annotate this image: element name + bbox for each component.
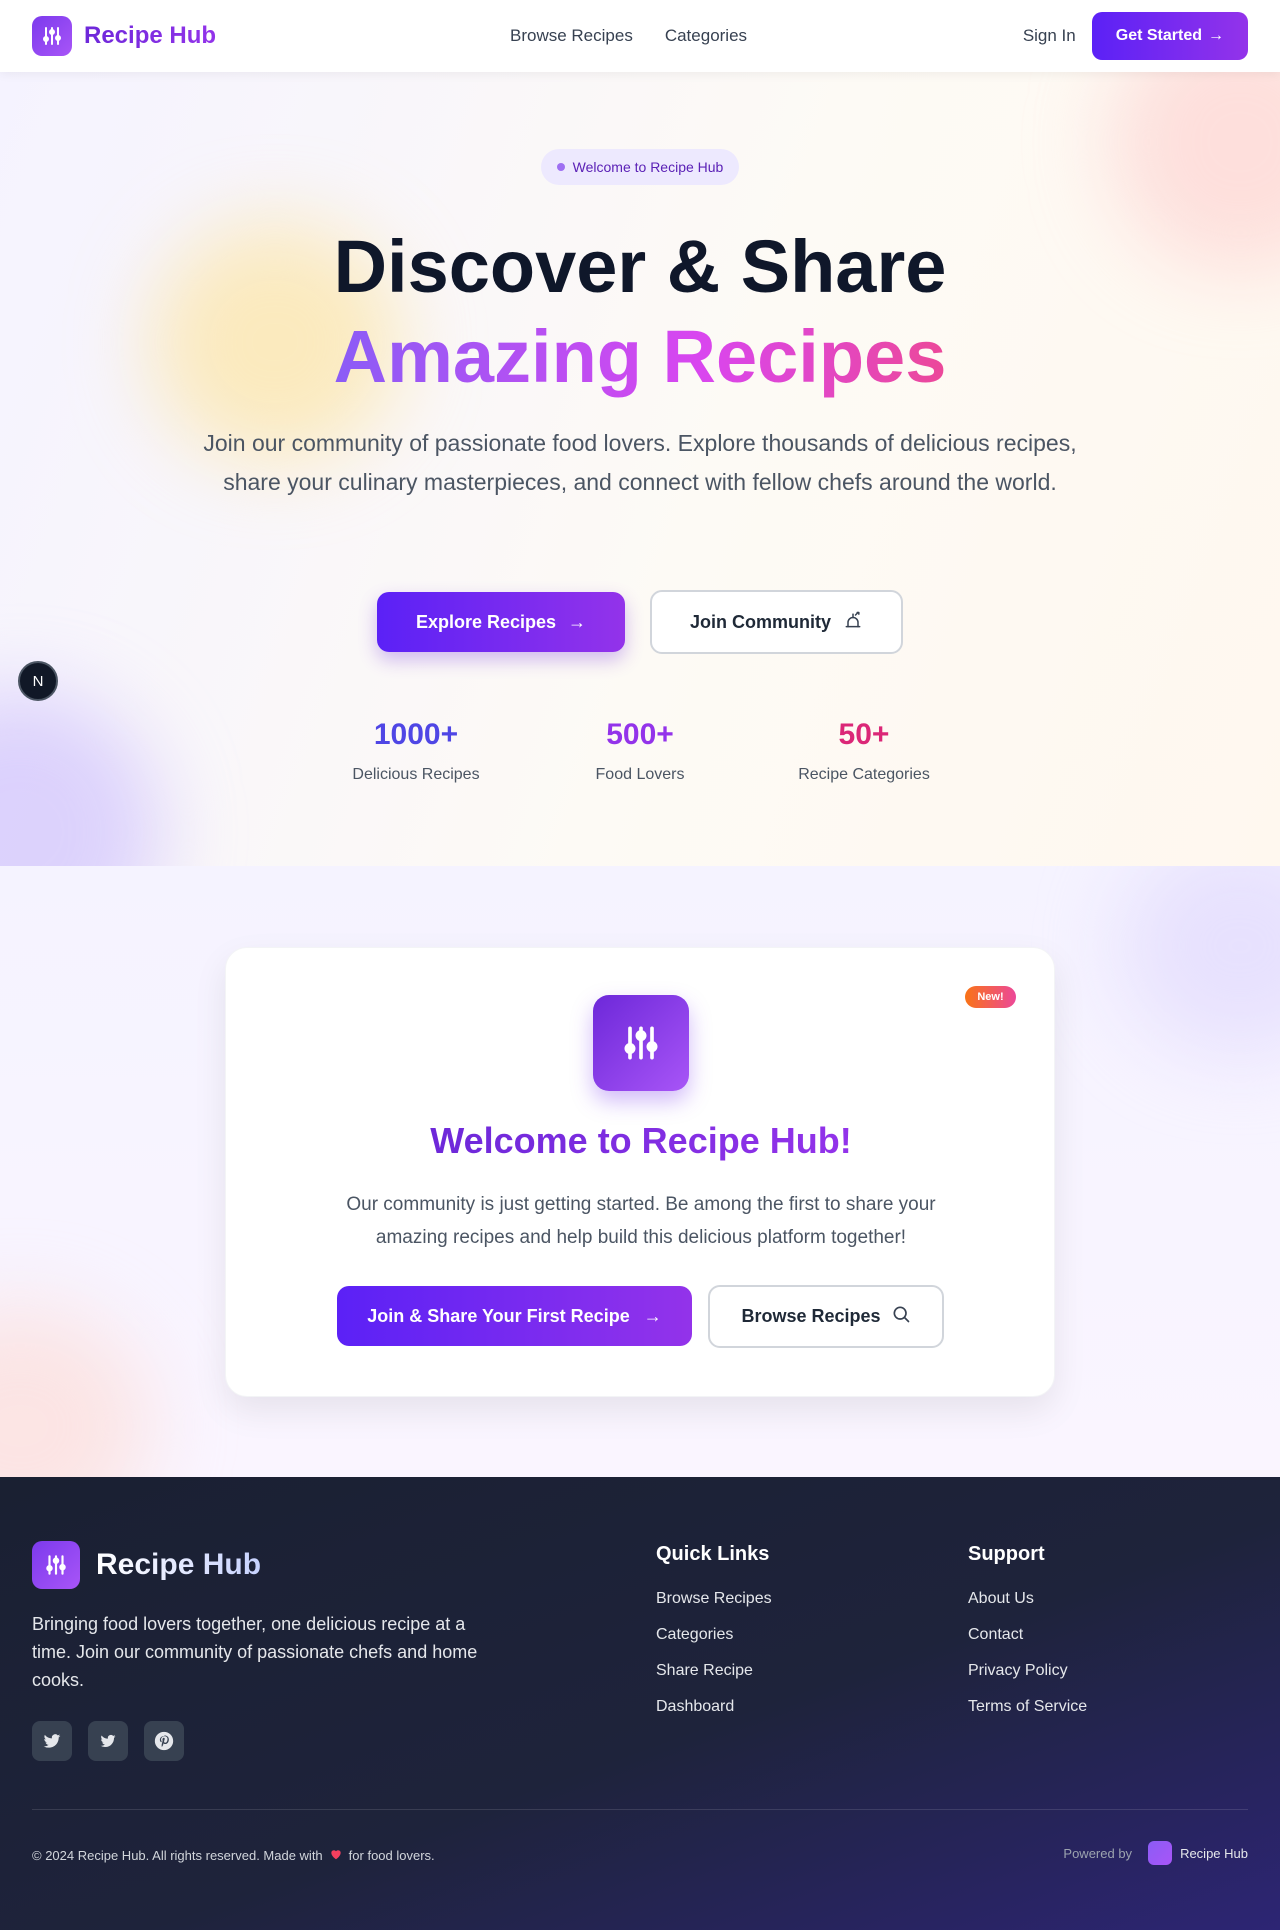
welcome-section: New! Welcome to Recipe Hub! Our communit… — [0, 866, 1280, 1477]
footer-brand-name: Recipe Hub — [96, 1548, 262, 1581]
decorative-blob — [1120, 866, 1280, 1056]
quick-links-column: Quick Links Browse Recipes Categories Sh… — [656, 1543, 772, 1734]
support-column: Support About Us Contact Privacy Policy … — [968, 1543, 1087, 1734]
welcome-badge-label: Welcome to Recipe Hub — [572, 159, 724, 175]
utensils-icon — [593, 995, 689, 1091]
arrow-right-icon: → — [643, 1305, 662, 1326]
hero-description: Join our community of passionate food lo… — [203, 430, 1077, 495]
join-community-button[interactable]: Join Community — [650, 590, 903, 654]
welcome-card: New! Welcome to Recipe Hub! Our communit… — [225, 947, 1055, 1397]
stat-categories: 50+ Recipe Categories — [754, 718, 974, 784]
footer-divider — [32, 1809, 1248, 1810]
pinterest-icon[interactable] — [144, 1721, 184, 1761]
dot-icon — [556, 163, 565, 171]
browse-recipes-label: Browse Recipes — [741, 1306, 881, 1326]
nav-link-browse-recipes[interactable]: Browse Recipes — [510, 26, 633, 46]
hero-title-line1: Discover & Share — [333, 225, 947, 308]
social-links — [32, 1721, 184, 1761]
decorative-blob — [0, 692, 160, 866]
browse-recipes-button[interactable]: Browse Recipes — [708, 1285, 944, 1348]
hero-section: Welcome to Recipe Hub Discover & Share A… — [0, 72, 1280, 866]
powered-by-label: Powered by — [1063, 1845, 1133, 1861]
join-share-recipe-label: Join & Share Your First Recipe — [367, 1305, 630, 1326]
copyright-text-start: © 2024 Recipe Hub. All rights reserved. … — [32, 1848, 323, 1863]
footer-link-categories[interactable]: Categories — [656, 1626, 772, 1644]
nav-link-categories[interactable]: Categories — [665, 26, 747, 46]
stat-recipes: 1000+ Delicious Recipes — [306, 718, 526, 784]
brand-logo-icon[interactable] — [32, 16, 72, 56]
powered-by: Powered by Recipe Hub — [1063, 1841, 1248, 1865]
brand-name[interactable]: Recipe Hub — [84, 22, 216, 50]
stat-label: Delicious Recipes — [352, 766, 480, 783]
hero-title-gradient: Amazing Recipes — [333, 315, 947, 398]
quick-links-title: Quick Links — [656, 1543, 770, 1565]
sign-in-link[interactable]: Sign In — [1023, 26, 1076, 46]
get-started-label: Get Started — [1115, 27, 1202, 44]
welcome-description: Our community is just getting started. B… — [346, 1194, 936, 1248]
get-started-button[interactable]: Get Started → — [1091, 12, 1248, 60]
stat-value: 500+ — [606, 718, 674, 751]
footer-link-about-us[interactable]: About Us — [968, 1590, 1087, 1608]
stat-food-lovers: 500+ Food Lovers — [530, 718, 750, 784]
footer-link-dashboard[interactable]: Dashboard — [656, 1698, 772, 1716]
support-title: Support — [968, 1543, 1045, 1565]
brand-logo-icon — [1148, 1841, 1173, 1865]
search-icon — [891, 1304, 911, 1329]
arrow-right-icon: → — [568, 611, 587, 632]
arrow-right-icon: → — [1208, 27, 1224, 44]
twitter-icon[interactable] — [32, 1721, 72, 1761]
footer-link-share-recipe[interactable]: Share Recipe — [656, 1662, 772, 1680]
stat-label: Recipe Categories — [798, 766, 930, 783]
explore-recipes-button[interactable]: Explore Recipes → — [377, 592, 625, 652]
footer-link-privacy-policy[interactable]: Privacy Policy — [968, 1662, 1087, 1680]
nav-links: Browse Recipes Categories — [510, 26, 747, 46]
top-nav: Recipe Hub Browse Recipes Categories Sig… — [0, 0, 1280, 72]
twitter-icon[interactable] — [88, 1721, 128, 1761]
copyright-text-end: for food lovers. — [348, 1848, 435, 1863]
powered-by-name[interactable]: Recipe Hub — [1180, 1846, 1248, 1861]
explore-recipes-label: Explore Recipes — [415, 611, 557, 632]
site-footer: Recipe Hub Bringing food lovers together… — [0, 1477, 1280, 1930]
stat-label: Food Lovers — [595, 766, 685, 783]
footer-link-terms-of-service[interactable]: Terms of Service — [968, 1698, 1087, 1716]
welcome-title-text: Welcome to Recipe Hub! — [430, 1120, 852, 1161]
heart-icon — [329, 1847, 343, 1864]
join-community-label: Join Community — [689, 611, 831, 632]
nav-actions: Sign In Get Started → — [1023, 12, 1248, 60]
brand-logo-icon — [32, 1541, 80, 1589]
dev-tools-badge[interactable]: N — [18, 661, 58, 701]
decorative-blob — [0, 1306, 150, 1477]
stat-value: 50+ — [838, 718, 890, 751]
welcome-badge: Welcome to Recipe Hub — [541, 149, 739, 185]
chef-hat-icon — [843, 610, 863, 635]
footer-brand[interactable]: Recipe Hub — [32, 1541, 261, 1589]
footer-link-browse-recipes[interactable]: Browse Recipes — [656, 1590, 772, 1608]
copyright: © 2024 Recipe Hub. All rights reserved. … — [32, 1847, 435, 1864]
join-share-recipe-button[interactable]: Join & Share Your First Recipe → — [337, 1286, 692, 1346]
stat-value: 1000+ — [373, 718, 459, 751]
welcome-title: Welcome to Recipe Hub! — [226, 1120, 1056, 1162]
hero-title-line2: Amazing Recipes — [0, 314, 1280, 399]
new-badge: New! — [965, 986, 1016, 1008]
footer-description: Bringing food lovers together, one delic… — [32, 1614, 478, 1690]
footer-link-contact[interactable]: Contact — [968, 1626, 1087, 1644]
